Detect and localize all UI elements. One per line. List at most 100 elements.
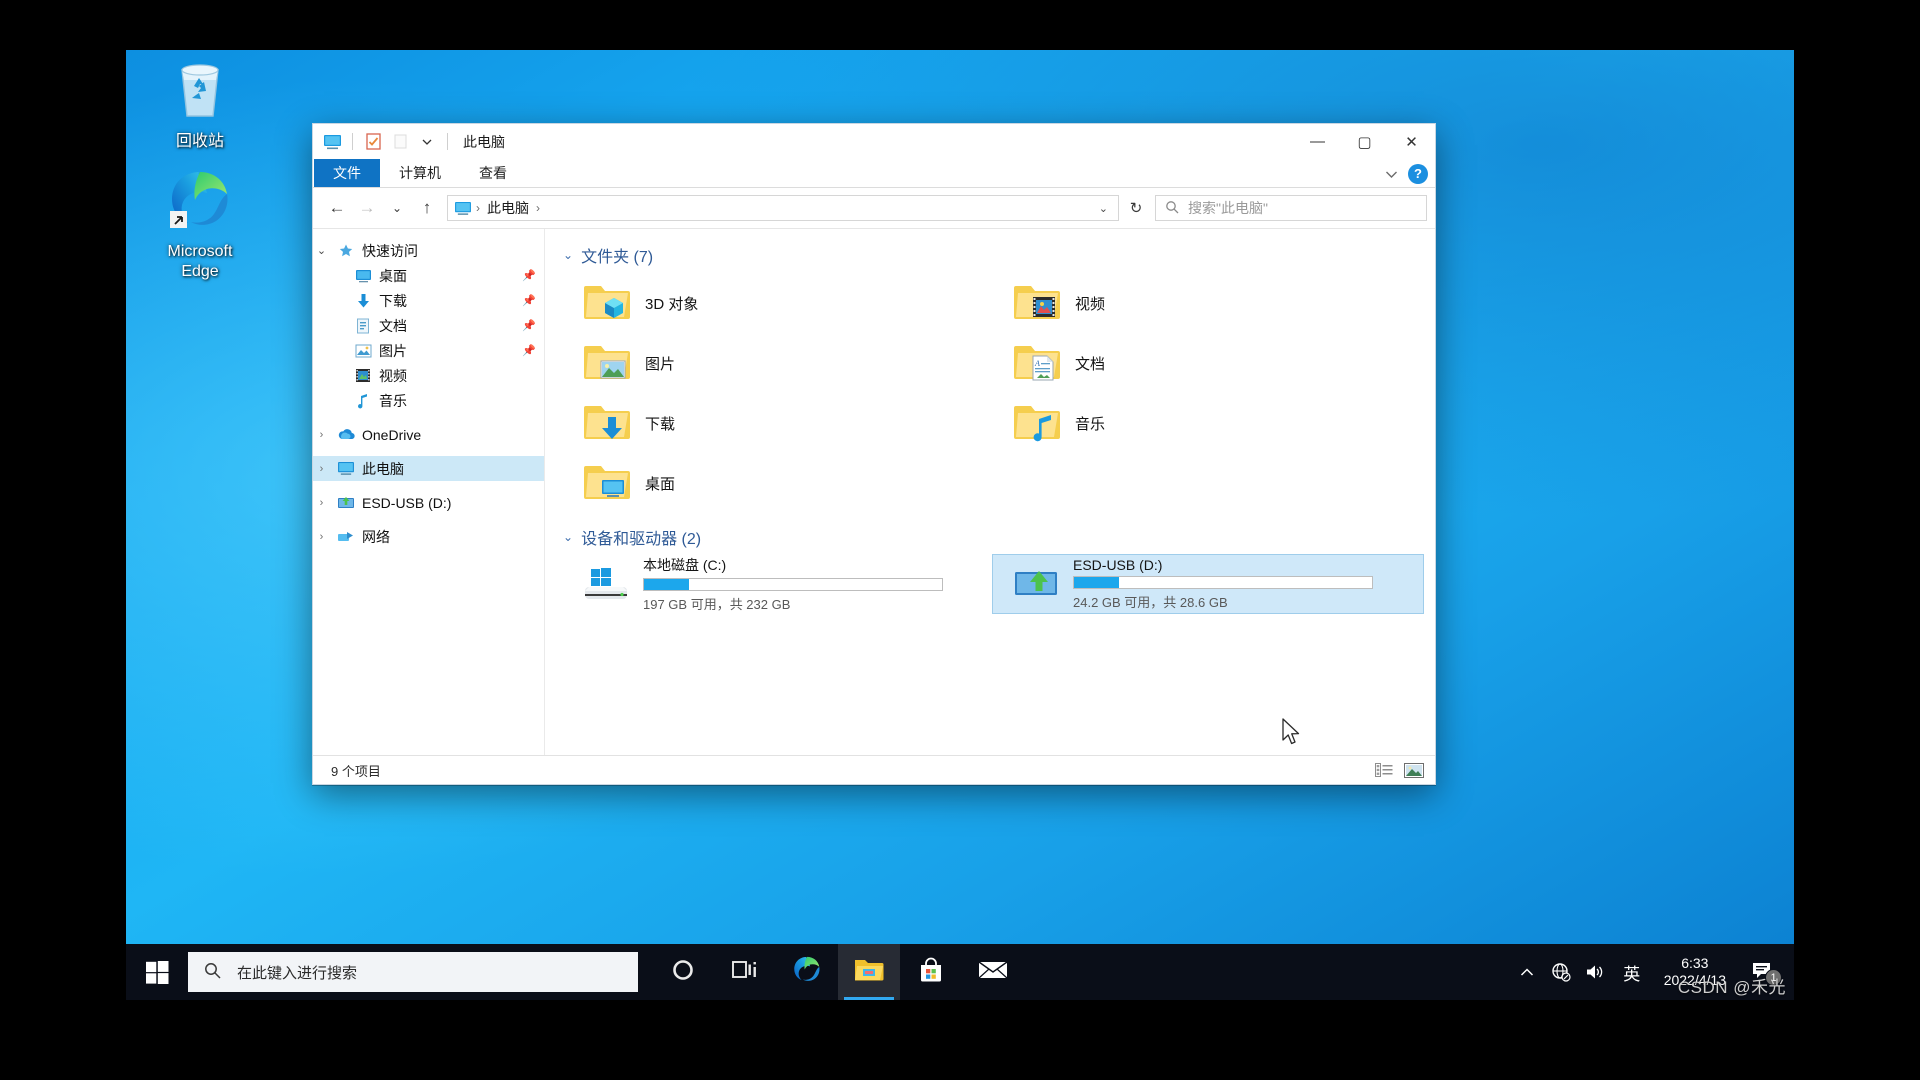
local-disk-icon [581, 563, 631, 605]
forward-button[interactable]: → [353, 194, 381, 222]
folder-item[interactable]: 视频 [993, 273, 1423, 333]
recent-locations-button[interactable]: ⌄ [383, 194, 411, 222]
large-icons-view-icon[interactable] [1399, 758, 1429, 782]
drive-item-esd-usb-d[interactable]: ESD-USB (D:) 24.2 GB 可用，共 28.6 GB [992, 554, 1424, 614]
tab-view[interactable]: 查看 [460, 159, 526, 187]
search-input[interactable]: 搜索"此电脑" [1155, 195, 1427, 221]
sidebar-item-documents[interactable]: 文档 📌 [313, 313, 544, 338]
svg-text:A: A [1034, 359, 1040, 368]
maximize-button[interactable]: ▢ [1341, 124, 1388, 159]
sidebar-label: 图片 [379, 342, 407, 359]
sidebar-item-pictures[interactable]: 图片 📌 [313, 338, 544, 363]
new-folder-icon[interactable] [390, 132, 410, 152]
sidebar-item-esd-usb[interactable]: › ESD-USB (D:) [313, 490, 544, 515]
folder-tiles: 3D 对象 视频 图片 A 文档 下载 音乐 桌面 [563, 273, 1423, 513]
content-pane[interactable]: ⌄ 文件夹 (7) 3D 对象 视频 图片 A 文档 下载 音乐 桌面 ⌄ 设备… [545, 229, 1435, 755]
sidebar-item-onedrive[interactable]: › OneDrive [313, 422, 544, 447]
refresh-button[interactable]: ↻ [1121, 199, 1151, 217]
group-header-folders[interactable]: ⌄ 文件夹 (7) [563, 243, 1423, 267]
taskbar-app-task-view[interactable] [714, 944, 776, 1000]
chevron-down-icon[interactable]: ⌄ [563, 530, 573, 544]
chevron-up-icon[interactable] [1510, 944, 1544, 1000]
toolbar-divider-2 [447, 133, 448, 150]
pin-icon[interactable]: 📌 [522, 294, 536, 307]
group-header-label: 文件夹 (7) [581, 249, 654, 266]
properties-icon[interactable] [363, 132, 383, 152]
chevron-right-icon[interactable]: › [313, 531, 330, 543]
folder-documents-icon: A [1013, 339, 1061, 387]
breadcrumb[interactable]: › 此电脑 › ⌄ [447, 195, 1119, 221]
folder-name: 音乐 [1075, 415, 1106, 433]
windows-start-icon[interactable] [126, 944, 188, 1000]
breadcrumb-item-this-pc[interactable]: 此电脑 [484, 198, 532, 218]
chevron-down-icon[interactable]: ⌄ [563, 248, 573, 262]
desktop-icon-recycle-bin[interactable]: 回收站 [140, 58, 260, 152]
chevron-right-icon[interactable]: › [313, 429, 330, 441]
folder-desktop-icon [583, 459, 631, 507]
sidebar-item-quick-access[interactable]: ⌄ 快速访问 [313, 238, 544, 263]
drive-name: 本地磁盘 (C:) [643, 557, 727, 573]
taskbar-app-cortana[interactable] [652, 944, 714, 1000]
item-count: 9 个项目 [331, 763, 381, 779]
sidebar-item-network[interactable]: › 网络 [313, 524, 544, 549]
taskbar-search-placeholder: 在此键入进行搜索 [237, 964, 358, 982]
details-view-icon[interactable] [1369, 758, 1399, 782]
close-button[interactable]: ✕ [1388, 124, 1435, 159]
back-button[interactable]: ← [323, 194, 351, 222]
toolbar-divider [352, 133, 353, 150]
desktop-icon-microsoft-edge[interactable]: Microsoft Edge [140, 168, 260, 282]
folder-item[interactable]: 音乐 [993, 393, 1423, 453]
drive-free-space: 197 GB 可用，共 232 GB [643, 597, 791, 612]
address-bar: ← → ⌄ ↑ › 此电脑 › ⌄ ↻ 搜索"此电脑" [313, 188, 1435, 228]
task-view-icon [732, 959, 758, 986]
sidebar-item-videos[interactable]: 视频 [313, 363, 544, 388]
sidebar-item-desktop[interactable]: 桌面 📌 [313, 263, 544, 288]
taskbar-search-input[interactable]: 在此键入进行搜索 [188, 952, 638, 992]
chevron-down-icon[interactable] [1385, 166, 1398, 182]
minimize-button[interactable]: — [1294, 124, 1341, 159]
sidebar-item-downloads[interactable]: 下载 📌 [313, 288, 544, 313]
taskbar-app-microsoft-store[interactable] [900, 944, 962, 1000]
pin-icon[interactable]: 📌 [522, 344, 536, 357]
taskbar-app-mail[interactable] [962, 944, 1024, 1000]
sidebar-item-this-pc[interactable]: › 此电脑 [313, 456, 544, 481]
sidebar-label: 桌面 [379, 267, 407, 284]
folder-item[interactable]: 3D 对象 [563, 273, 993, 333]
pin-icon[interactable]: 📌 [522, 269, 536, 282]
pin-icon[interactable]: 📌 [522, 319, 536, 332]
taskbar-app-file-explorer[interactable] [838, 944, 900, 1000]
folder-item[interactable]: 图片 [563, 333, 993, 393]
tab-computer[interactable]: 计算机 [380, 159, 460, 187]
volume-icon[interactable] [1578, 944, 1612, 1000]
network-disconnected-icon[interactable] [1544, 944, 1578, 1000]
breadcrumb-separator-2[interactable]: › [536, 201, 540, 215]
group-header-drives[interactable]: ⌄ 设备和驱动器 (2) [563, 525, 1423, 549]
up-button[interactable]: ↑ [413, 194, 441, 222]
group-header-label: 设备和驱动器 (2) [581, 531, 702, 548]
taskbar-app-microsoft-edge[interactable] [776, 944, 838, 1000]
tab-file[interactable]: 文件 [314, 159, 380, 187]
folder-item[interactable]: A 文档 [993, 333, 1423, 393]
folder-item[interactable]: 桌面 [563, 453, 993, 513]
sidebar-item-music[interactable]: 音乐 [313, 388, 544, 413]
chevron-right-icon[interactable]: › [313, 497, 330, 509]
drive-item-local-disk-c[interactable]: 本地磁盘 (C:) 197 GB 可用，共 232 GB [563, 555, 993, 613]
pictures-icon [354, 342, 372, 360]
breadcrumb-this-pc-icon [454, 201, 472, 216]
explorer-body: ⌄ 快速访问 桌面 📌 下载 📌 文档 📌 图片 📌 视频 音乐 › OneDr… [313, 228, 1435, 755]
this-pc-icon[interactable] [322, 132, 342, 152]
customize-dropdown-icon[interactable] [417, 132, 437, 152]
chevron-right-icon[interactable]: › [313, 463, 330, 475]
sidebar-label: 快速访问 [362, 242, 418, 259]
folder-3d-objects-icon [583, 279, 631, 327]
ime-indicator[interactable]: 英 [1612, 944, 1652, 1000]
breadcrumb-dropdown-icon[interactable]: ⌄ [1095, 202, 1112, 215]
folder-item[interactable]: 下载 [563, 393, 993, 453]
chevron-down-icon[interactable]: ⌄ [313, 244, 330, 257]
sidebar-label: 视频 [379, 367, 407, 384]
help-icon[interactable]: ? [1408, 163, 1428, 184]
search-icon [1165, 200, 1179, 217]
folder-name: 3D 对象 [645, 295, 699, 313]
usb-drive-icon [1011, 563, 1061, 605]
